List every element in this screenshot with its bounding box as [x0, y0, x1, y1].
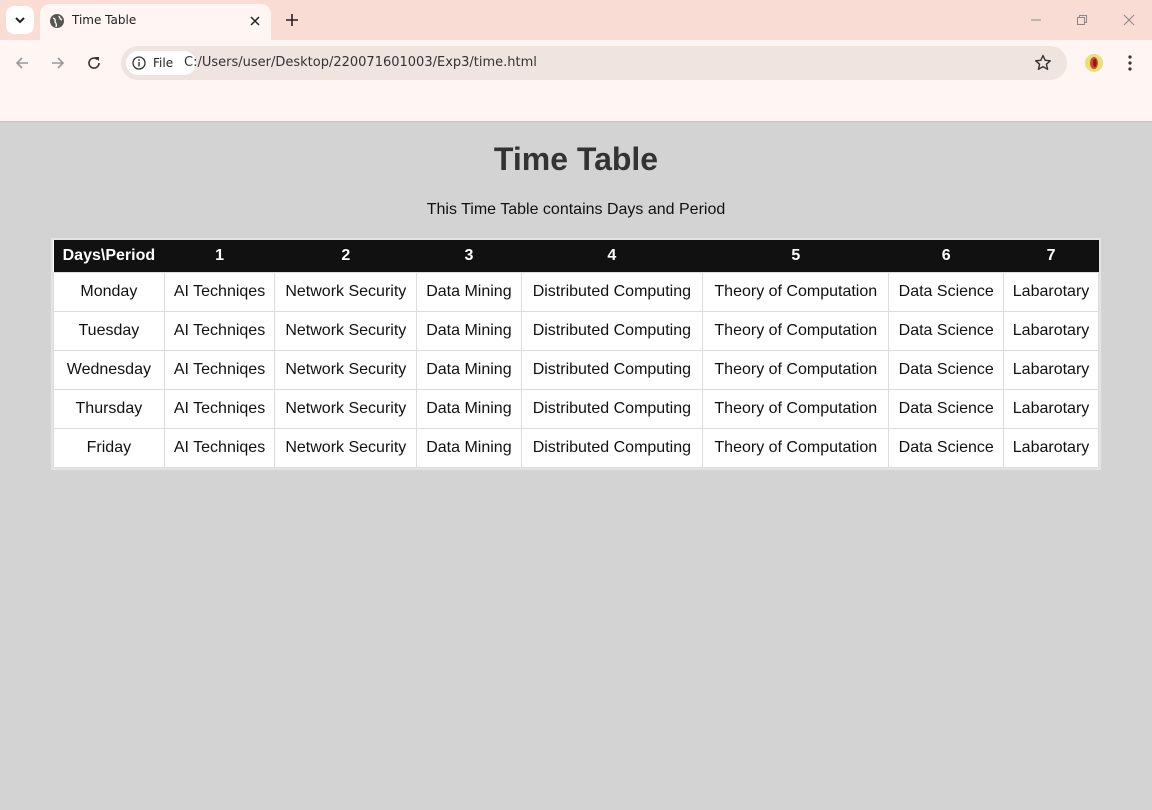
table-cell: AI Techniqes [163, 389, 276, 429]
table-cell: Theory of Computation [702, 311, 890, 351]
page-title: Time Table [493, 141, 659, 177]
table-cell: Data Mining [416, 428, 522, 468]
table-cell: Distributed Computing [520, 311, 704, 351]
tab-strip: Time Table [0, 0, 1152, 40]
header-cell: 2 [274, 240, 417, 273]
table-cell: Network Security [274, 389, 418, 429]
table-cell: Distributed Computing [520, 428, 704, 468]
table-cell: Theory of Computation [702, 350, 890, 390]
day-cell: Monday [53, 272, 165, 312]
day-cell: Wednesday [53, 350, 165, 390]
back-arrow-icon[interactable] [12, 53, 32, 73]
tab-title: Time Table [72, 13, 137, 27]
table-cell: Data Mining [416, 311, 522, 351]
table-cell: Data Science [888, 272, 1005, 312]
header-cell: 1 [164, 240, 275, 273]
table-row: Tuesday AI Techniqes Network Security Da… [53, 311, 1099, 351]
table-cell: Data Science [888, 428, 1005, 468]
day-cell: Tuesday [53, 311, 165, 351]
restore-icon[interactable] [1072, 10, 1092, 30]
close-icon[interactable] [246, 12, 264, 30]
browser-toolbar: File C:/Users/user/Desktop/220071601003/… [0, 40, 1152, 122]
forward-arrow-icon[interactable] [48, 53, 68, 73]
page-subtitle: This Time Table contains Days and Period [426, 201, 726, 218]
info-icon [132, 56, 146, 70]
table-cell: Labarotary [1003, 272, 1099, 312]
table-cell: Labarotary [1003, 389, 1099, 429]
table-cell: Data Science [888, 311, 1005, 351]
table-cell: Data Science [888, 389, 1005, 429]
table-cell: Network Security [274, 350, 418, 390]
table-row: Monday AI Techniqes Network Security Dat… [53, 272, 1099, 312]
table-cell: Theory of Computation [702, 272, 890, 312]
table-row: Wednesday AI Techniqes Network Security … [53, 350, 1099, 390]
kebab-menu-icon[interactable] [1120, 53, 1140, 73]
table-cell: Labarotary [1003, 428, 1099, 468]
table-row: Thursday AI Techniqes Network Security D… [53, 389, 1099, 429]
table-cell: AI Techniqes [163, 311, 276, 351]
table-cell: Network Security [274, 272, 418, 312]
table-header-row: Days\Period 1 2 3 4 5 6 7 [53, 240, 1099, 273]
header-cell: Days\Period [53, 240, 165, 273]
header-cell: 6 [888, 240, 1004, 273]
table-cell: Theory of Computation [702, 389, 890, 429]
day-cell: Thursday [53, 389, 165, 429]
globe-icon [50, 14, 64, 28]
header-cell: 3 [416, 240, 522, 273]
url-text[interactable]: C:/Users/user/Desktop/220071601003/Exp3/… [184, 55, 537, 70]
timetable: Days\Period 1 2 3 4 5 6 7 Monday AI Tech… [53, 240, 1099, 468]
plus-icon[interactable] [282, 10, 302, 30]
table-cell: Data Mining [416, 272, 522, 312]
extension-icon[interactable] [1084, 53, 1104, 73]
site-chip-label: File [153, 56, 174, 70]
tab-search-icon[interactable] [6, 6, 34, 34]
minimize-icon[interactable] [1026, 10, 1046, 30]
table-cell: Theory of Computation [702, 428, 890, 468]
table-cell: Distributed Computing [520, 272, 704, 312]
table-cell: Labarotary [1003, 350, 1099, 390]
table-cell: Data Mining [416, 389, 522, 429]
table-cell: Labarotary [1003, 311, 1099, 351]
table-cell: Distributed Computing [520, 350, 704, 390]
table-cell: AI Techniqes [163, 272, 276, 312]
address-bar[interactable]: File C:/Users/user/Desktop/220071601003/… [121, 46, 1067, 80]
tab-active[interactable]: Time Table [40, 4, 271, 40]
day-cell: Friday [53, 428, 165, 468]
page-content: Time Table This Time Table contains Days… [0, 122, 1152, 810]
table-cell: Data Mining [416, 350, 522, 390]
table-cell: Data Science [888, 350, 1005, 390]
table-cell: Network Security [274, 428, 418, 468]
header-cell: 5 [702, 240, 889, 273]
header-cell: 4 [521, 240, 703, 273]
table-cell: AI Techniqes [163, 428, 276, 468]
window-close-icon[interactable] [1119, 10, 1139, 30]
table-cell: Distributed Computing [520, 389, 704, 429]
table-row: Friday AI Techniqes Network Security Dat… [53, 428, 1099, 468]
reload-icon[interactable] [84, 53, 104, 73]
star-icon[interactable] [1033, 53, 1053, 73]
table-cell: Network Security [274, 311, 418, 351]
header-cell: 7 [1003, 240, 1099, 273]
table-cell: AI Techniqes [163, 350, 276, 390]
